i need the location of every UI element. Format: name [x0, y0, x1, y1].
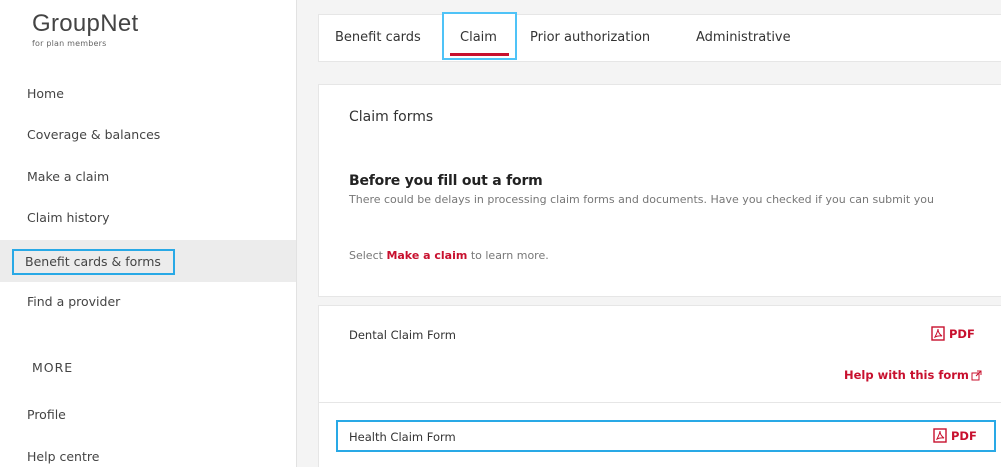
- pdf-icon: [933, 428, 947, 443]
- help-with-form-label: Help with this form: [844, 368, 969, 382]
- select-prefix: Select: [349, 249, 387, 262]
- more-heading: MORE: [32, 360, 74, 375]
- tab-claim[interactable]: Claim: [442, 12, 517, 60]
- tab-bar: Benefit cards Claim Prior authorization …: [318, 12, 1001, 62]
- sidebar-item-label: Home: [27, 86, 64, 101]
- sidebar-item-label: Make a claim: [27, 169, 110, 184]
- sidebar-item-claim-history[interactable]: Claim history: [0, 197, 296, 239]
- before-you-fill-text: There could be delays in processing clai…: [349, 193, 934, 206]
- sidebar-item-make-claim[interactable]: Make a claim: [0, 156, 296, 198]
- sidebar: GroupNet for plan members Home Coverage …: [0, 0, 297, 467]
- tab-administrative[interactable]: Administrative: [696, 15, 791, 61]
- forms-list-card: Dental Claim Form PDF Help with this for…: [318, 305, 1001, 467]
- sidebar-item-benefit-cards-forms[interactable]: Benefit cards & forms: [0, 240, 296, 282]
- divider: [319, 402, 1001, 403]
- select-suffix: to learn more.: [467, 249, 549, 262]
- external-link-icon: [971, 370, 982, 380]
- health-claim-form-label: Health Claim Form: [349, 430, 456, 444]
- logo[interactable]: GroupNet for plan members: [32, 10, 138, 48]
- sidebar-item-label: Profile: [27, 407, 66, 422]
- dental-claim-form-label: Dental Claim Form: [349, 328, 456, 342]
- claim-forms-card: Claim forms Before you fill out a form T…: [318, 84, 1001, 297]
- sidebar-item-help-centre[interactable]: Help centre: [0, 436, 296, 467]
- sidebar-item-home[interactable]: Home: [0, 73, 296, 115]
- pdf-label: PDF: [949, 326, 975, 341]
- pdf-icon: [931, 326, 945, 341]
- sidebar-item-label: Benefit cards & forms: [12, 249, 175, 275]
- health-claim-pdf-link[interactable]: PDF: [933, 428, 977, 443]
- sidebar-item-coverage[interactable]: Coverage & balances: [0, 114, 296, 156]
- claim-forms-title: Claim forms: [349, 109, 434, 125]
- help-with-form-link[interactable]: Help with this form: [844, 368, 982, 382]
- sidebar-item-label: Claim history: [27, 210, 110, 225]
- logo-name: GroupNet: [32, 10, 139, 37]
- make-a-claim-link[interactable]: Make a claim: [386, 249, 467, 262]
- before-you-fill-title: Before you fill out a form: [349, 173, 543, 189]
- select-make-claim-text: Select Make a claim to learn more.: [349, 249, 549, 262]
- pdf-label: PDF: [951, 428, 977, 443]
- health-claim-form-row[interactable]: Health Claim Form PDF: [336, 420, 996, 452]
- sidebar-item-label: Find a provider: [27, 294, 121, 309]
- sidebar-item-label: Coverage & balances: [27, 127, 161, 142]
- sidebar-item-label: Help centre: [27, 449, 100, 464]
- active-tab-indicator: [450, 53, 509, 56]
- tab-prior-authorization[interactable]: Prior authorization: [530, 15, 650, 61]
- dental-claim-pdf-link[interactable]: PDF: [931, 326, 975, 341]
- sidebar-item-profile[interactable]: Profile: [0, 394, 296, 436]
- sidebar-item-find-provider[interactable]: Find a provider: [0, 281, 296, 323]
- tab-benefit-cards[interactable]: Benefit cards: [335, 15, 421, 61]
- logo-tagline: for plan members: [32, 39, 107, 48]
